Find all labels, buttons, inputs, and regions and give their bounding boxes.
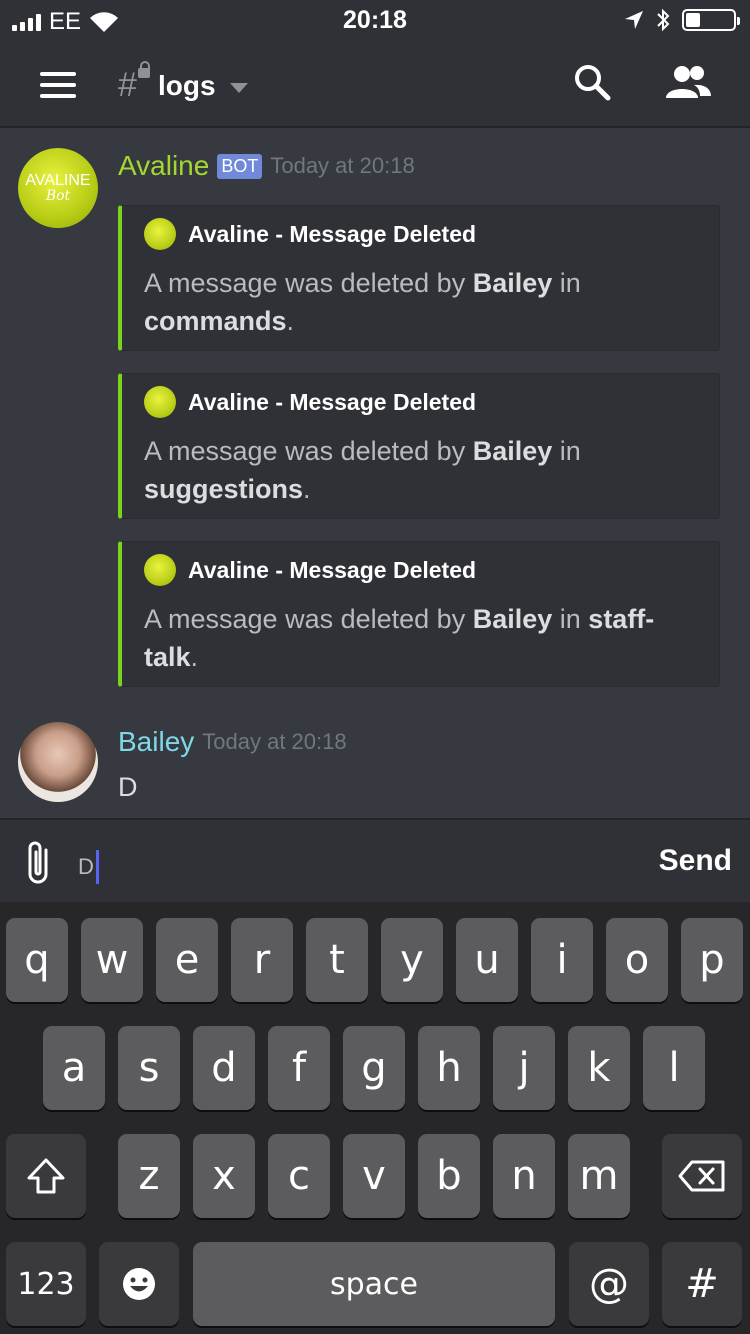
- embed-description: A message was deleted by Bailey in comma…: [144, 268, 581, 336]
- key-i[interactable]: i: [531, 918, 593, 1002]
- embed-title: Avaline - Message Deleted: [188, 388, 477, 415]
- search-icon[interactable]: [572, 62, 612, 102]
- status-bar: EE 20:18: [0, 0, 750, 40]
- key-u[interactable]: u: [456, 918, 518, 1002]
- embed-title: Avaline - Message Deleted: [188, 556, 477, 583]
- key-q[interactable]: q: [6, 918, 68, 1002]
- key-w[interactable]: w: [81, 918, 143, 1002]
- embed-card: Avaline - Message Deleted A message was …: [118, 541, 720, 687]
- locked-channel-icon: #: [118, 61, 152, 105]
- at-key[interactable]: @: [569, 1242, 649, 1326]
- key-l[interactable]: l: [643, 1026, 705, 1110]
- embed-description: A message was deleted by Bailey in staff…: [144, 604, 655, 672]
- embed-title: Avaline - Message Deleted: [188, 220, 477, 247]
- key-o[interactable]: o: [606, 918, 668, 1002]
- members-icon[interactable]: [664, 62, 712, 102]
- menu-icon[interactable]: [40, 72, 76, 98]
- embed-header: Avaline - Message Deleted: [144, 218, 476, 250]
- key-r[interactable]: r: [231, 918, 293, 1002]
- keyboard: q w e r t y u i o p a s d f g h j k l z …: [0, 902, 750, 1334]
- key-j[interactable]: j: [493, 1026, 555, 1110]
- user-author-name[interactable]: Bailey: [118, 726, 194, 758]
- channel-name: logs: [158, 69, 216, 101]
- shift-key[interactable]: [6, 1134, 86, 1218]
- send-button[interactable]: Send: [659, 844, 732, 878]
- paperclip-icon[interactable]: [22, 838, 56, 886]
- avatar-avaline[interactable]: AVALINE Bot: [18, 148, 98, 228]
- space-key[interactable]: space: [193, 1242, 555, 1326]
- key-b[interactable]: b: [418, 1134, 480, 1218]
- channel-selector[interactable]: # logs: [118, 61, 248, 105]
- embed-author-icon: [144, 218, 176, 250]
- numbers-key[interactable]: 123: [6, 1242, 86, 1326]
- message-list[interactable]: AVALINE Bot Avaline BOT Today at 20:18 A…: [0, 128, 750, 818]
- message-input-value: D: [78, 854, 94, 879]
- embed-author-icon: [144, 386, 176, 418]
- key-t[interactable]: t: [306, 918, 368, 1002]
- emoji-icon: [123, 1268, 155, 1300]
- key-z[interactable]: z: [118, 1134, 180, 1218]
- bot-message-header: Avaline BOT Today at 20:18: [118, 150, 415, 182]
- key-x[interactable]: x: [193, 1134, 255, 1218]
- bot-badge: BOT: [217, 153, 263, 179]
- user-timestamp: Today at 20:18: [202, 729, 347, 754]
- bot-author-name[interactable]: Avaline: [118, 150, 209, 182]
- key-n[interactable]: n: [493, 1134, 555, 1218]
- key-e[interactable]: e: [156, 918, 218, 1002]
- message-composer: D Send: [0, 818, 750, 902]
- message-input[interactable]: D: [78, 850, 99, 884]
- key-d[interactable]: d: [193, 1026, 255, 1110]
- text-cursor: [95, 850, 99, 884]
- key-y[interactable]: y: [381, 918, 443, 1002]
- key-g[interactable]: g: [343, 1026, 405, 1110]
- user-message-header: Bailey Today at 20:18: [118, 726, 347, 758]
- key-f[interactable]: f: [268, 1026, 330, 1110]
- key-p[interactable]: p: [681, 918, 743, 1002]
- battery-icon: [682, 9, 740, 31]
- emoji-key[interactable]: [99, 1242, 179, 1326]
- embed-header: Avaline - Message Deleted: [144, 554, 476, 586]
- avatar-logo-text: AVALINE: [25, 172, 91, 189]
- bluetooth-icon: [657, 8, 670, 32]
- embed-description: A message was deleted by Bailey in sugge…: [144, 436, 581, 504]
- key-c[interactable]: c: [268, 1134, 330, 1218]
- bot-timestamp: Today at 20:18: [270, 153, 415, 178]
- embed-card: Avaline - Message Deleted A message was …: [118, 373, 720, 519]
- channel-header: # logs: [0, 40, 750, 128]
- embed-header: Avaline - Message Deleted: [144, 386, 476, 418]
- key-h[interactable]: h: [418, 1026, 480, 1110]
- key-a[interactable]: a: [43, 1026, 105, 1110]
- chevron-down-icon: [229, 82, 248, 93]
- avatar-bailey[interactable]: [18, 722, 98, 802]
- shift-icon: [27, 1158, 65, 1194]
- backspace-icon: [678, 1160, 725, 1192]
- message-text: D: [118, 772, 138, 802]
- location-arrow-icon: [625, 11, 643, 29]
- key-v[interactable]: v: [343, 1134, 405, 1218]
- status-right: [624, 8, 740, 32]
- key-m[interactable]: m: [568, 1134, 630, 1218]
- key-k[interactable]: k: [568, 1026, 630, 1110]
- embed-card: Avaline - Message Deleted A message was …: [118, 205, 720, 351]
- key-s[interactable]: s: [118, 1026, 180, 1110]
- backspace-key[interactable]: [662, 1134, 742, 1218]
- avatar-logo-subtext: Bot: [45, 188, 71, 204]
- embed-author-icon: [144, 554, 176, 586]
- hash-key[interactable]: #: [662, 1242, 742, 1326]
